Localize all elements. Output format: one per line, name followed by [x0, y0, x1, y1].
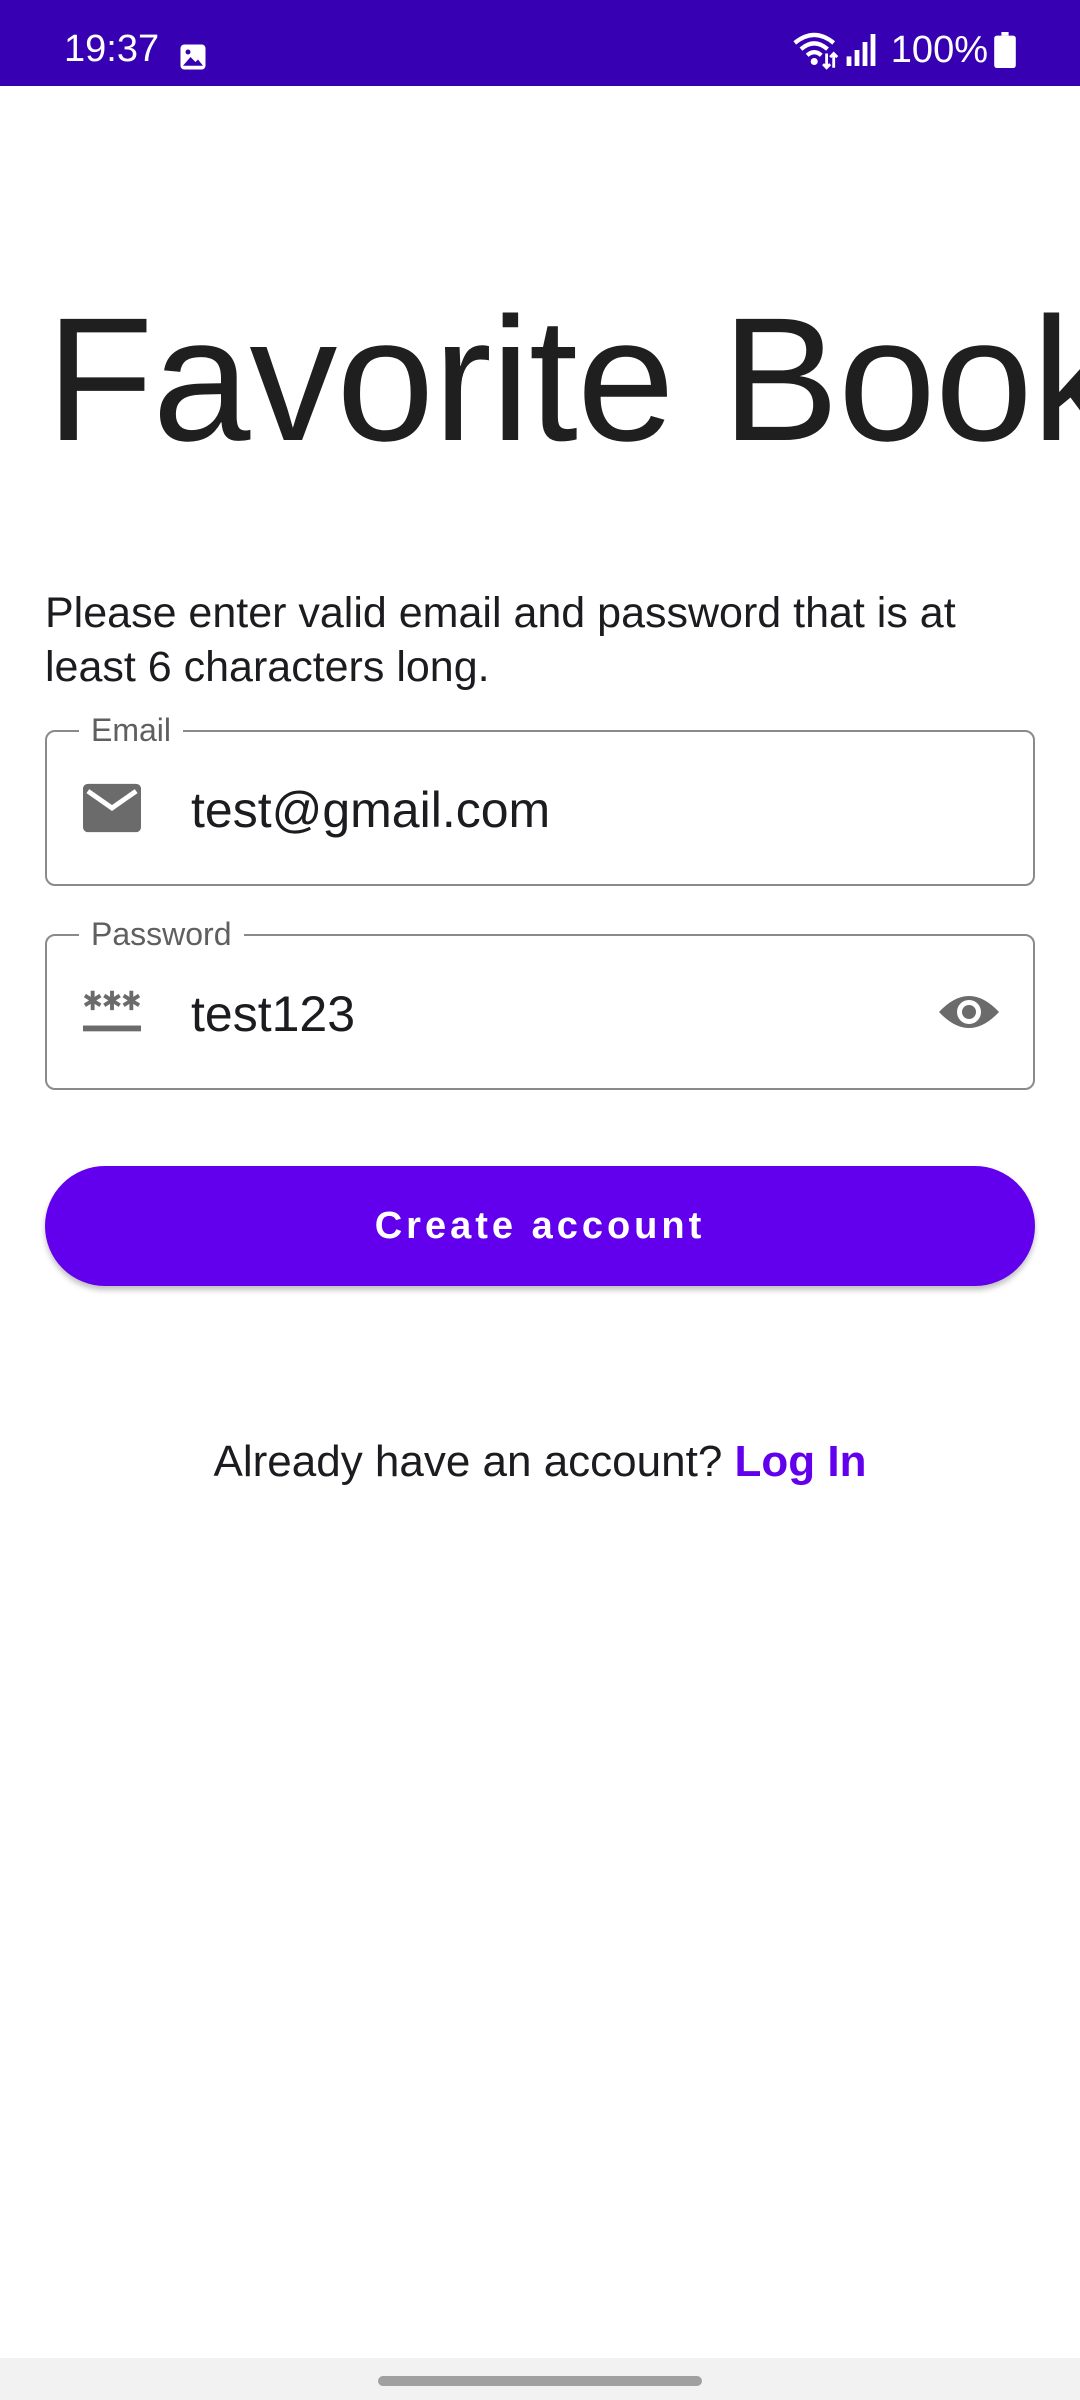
image-icon: [180, 44, 206, 70]
status-bar: 19:37 100%: [0, 0, 1080, 86]
battery-icon: [994, 32, 1016, 68]
email-value[interactable]: test@gmail.com: [191, 780, 550, 840]
signal-icon: [846, 34, 876, 66]
login-prompt: Already have an account? Log In: [0, 1434, 1080, 1490]
instructions-text: Please enter valid email and password th…: [45, 589, 956, 691]
status-icons: 100%: [793, 28, 1016, 72]
create-account-button[interactable]: Create account: [45, 1166, 1035, 1286]
login-link[interactable]: Log In: [735, 1437, 867, 1486]
status-time: 19:37: [64, 28, 160, 70]
battery-percent: 100%: [890, 29, 988, 71]
password-field[interactable]: Password test123: [45, 914, 1035, 1090]
email-label: Email: [79, 710, 184, 750]
mail-icon: [83, 783, 141, 833]
email-field[interactable]: Email test@gmail.com: [45, 710, 1035, 886]
login-prompt-text: Already have an account?: [213, 1437, 735, 1486]
password-label: Password: [79, 914, 244, 954]
eye-icon[interactable]: [937, 988, 1001, 1036]
page-title: Favorite Book: [46, 282, 1080, 478]
home-indicator[interactable]: [378, 2376, 702, 2386]
password-icon: [83, 990, 141, 1032]
wifi-icon: [793, 32, 839, 70]
navigation-bar: [0, 2358, 1080, 2400]
password-value[interactable]: test123: [191, 984, 355, 1044]
